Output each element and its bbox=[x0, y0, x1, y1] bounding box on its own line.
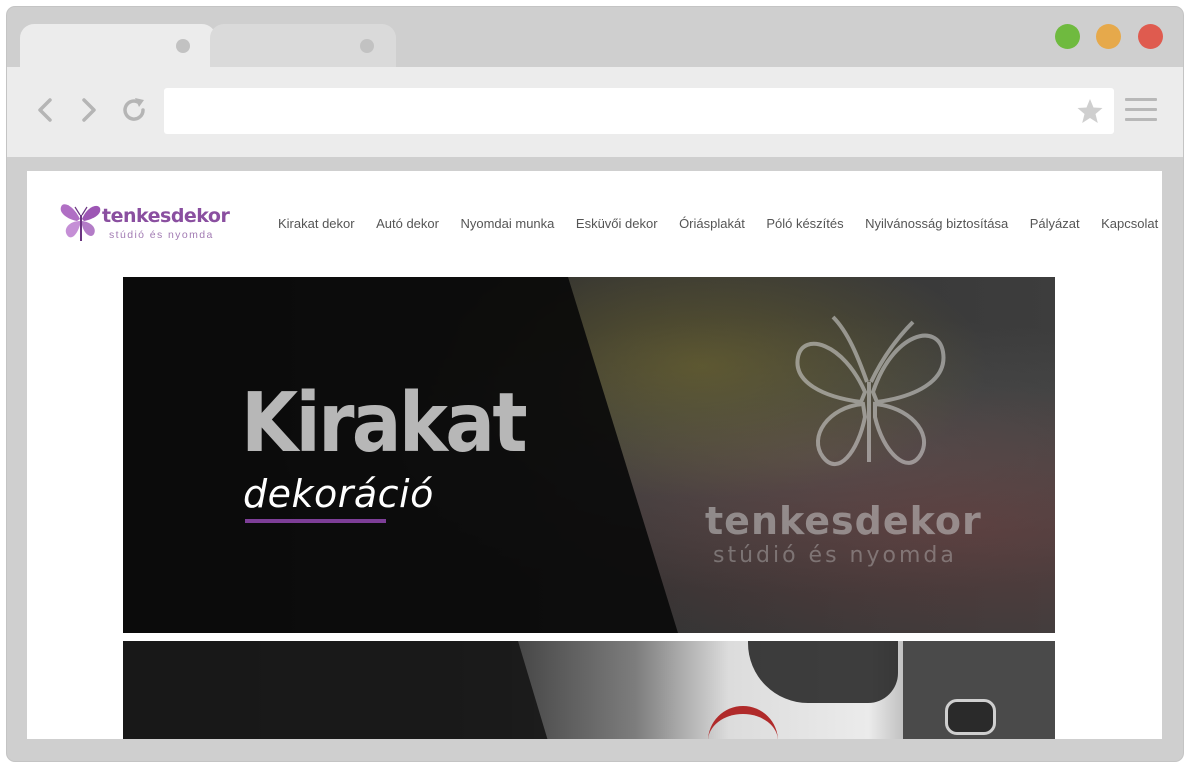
decal-brand-name: tenkesdekor bbox=[705, 499, 982, 543]
nav-item-nyilvanossag-biztositasa[interactable]: Nyilvánosság biztosítása bbox=[865, 216, 1008, 236]
nav-item-kirakat-dekor[interactable]: Kirakat dekor bbox=[278, 216, 355, 236]
nav-item-auto-dekor[interactable]: Autó dekor bbox=[376, 216, 439, 236]
hero-banner-auto[interactable] bbox=[123, 641, 1055, 739]
nav-item-palyazat[interactable]: Pályázat bbox=[1030, 216, 1080, 236]
reload-icon[interactable] bbox=[119, 95, 149, 125]
nav-item-eskuvoi-dekor[interactable]: Esküvői dekor bbox=[576, 216, 658, 236]
nav-item-polo-keszites[interactable]: Póló készítés bbox=[766, 216, 843, 236]
decal-brand-subtitle: stúdió és nyomda bbox=[713, 543, 957, 568]
logo-name: tenkesdekor bbox=[102, 205, 230, 227]
maximize-button[interactable] bbox=[1055, 24, 1080, 49]
logo-subtitle: stúdió és nyomda bbox=[109, 229, 214, 241]
nav-item-nyomdai-munka[interactable]: Nyomdai munka bbox=[460, 216, 554, 236]
hero-accent-underline bbox=[245, 519, 386, 523]
forward-arrow-icon[interactable] bbox=[73, 95, 103, 125]
close-button[interactable] bbox=[1138, 24, 1163, 49]
address-bar[interactable] bbox=[164, 88, 1114, 134]
browser-tab-active[interactable] bbox=[20, 24, 216, 67]
hero-title: Kirakat bbox=[241, 376, 528, 471]
tab-close-dot[interactable] bbox=[176, 39, 190, 53]
minimize-button[interactable] bbox=[1096, 24, 1121, 49]
page-viewport: tenkesdekor stúdió és nyomda Kirakat dek… bbox=[27, 171, 1162, 739]
butterfly-decal-icon bbox=[795, 315, 946, 466]
browser-toolbar bbox=[7, 67, 1183, 157]
star-icon[interactable] bbox=[1076, 97, 1104, 125]
car-side-mirror bbox=[945, 699, 996, 735]
main-navigation: Kirakat dekor Autó dekor Nyomdai munka E… bbox=[278, 216, 1158, 236]
tab-close-dot[interactable] bbox=[360, 39, 374, 53]
tab-strip bbox=[7, 7, 1183, 67]
hero-banner-kirakat[interactable]: tenkesdekor stúdió és nyomda Kirakat dek… bbox=[123, 277, 1055, 633]
nav-item-oriasplakat[interactable]: Óriásplakát bbox=[679, 216, 745, 236]
hamburger-menu-icon[interactable] bbox=[1125, 98, 1157, 126]
site-logo[interactable]: tenkesdekor stúdió és nyomda bbox=[59, 197, 230, 245]
butterfly-logo-icon bbox=[60, 204, 101, 241]
browser-window: tenkesdekor stúdió és nyomda Kirakat dek… bbox=[7, 7, 1183, 761]
browser-tab-inactive[interactable] bbox=[210, 24, 396, 67]
hero-subtitle: dekoráció bbox=[243, 472, 434, 516]
nav-item-kapcsolat[interactable]: Kapcsolat bbox=[1101, 216, 1158, 236]
back-arrow-icon[interactable] bbox=[31, 95, 61, 125]
